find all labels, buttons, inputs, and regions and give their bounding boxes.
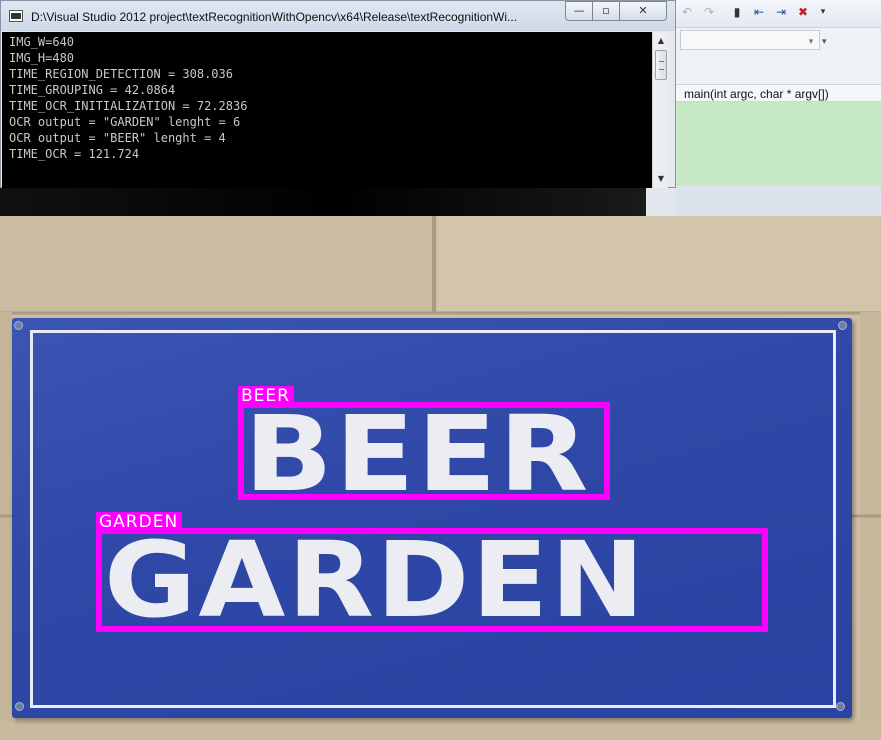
console-output[interactable]: IMG_W=640 IMG_H=480 TIME_REGION_DETECTIO…	[2, 32, 652, 188]
window-title: D:\Visual Studio 2012 project\textRecogn…	[31, 10, 518, 24]
scrollbar-thumb[interactable]	[655, 50, 667, 80]
console-line: IMG_H=480	[9, 51, 75, 65]
caption-buttons: — ▫ ✕	[565, 1, 667, 21]
overflow-icon[interactable]: ▾	[816, 5, 830, 19]
code-editor[interactable]	[676, 102, 881, 186]
function-selector[interactable]: main(int argc, char * argv[])	[684, 87, 829, 101]
console-titlebar[interactable]: D:\Visual Studio 2012 project\textRecogn…	[1, 1, 675, 31]
bookmark-icon[interactable]: ▮	[730, 5, 744, 19]
detection-box-garden	[96, 528, 768, 632]
ide-background: ↶ ↷ ▮ ⇤ ⇥ ✖ ▾ ▾ ▾ main(int argc, char * …	[676, 0, 881, 216]
bookmark-next-icon[interactable]: ⇥	[774, 5, 788, 19]
toolbar-overflow-icon[interactable]: ▾	[822, 36, 827, 47]
bookmark-clear-icon[interactable]: ✖	[796, 5, 810, 19]
ide-navigation-bar[interactable]: main(int argc, char * argv[])	[676, 84, 881, 102]
ide-member-combo[interactable]: ▾	[680, 30, 820, 50]
console-lower-edge	[0, 188, 676, 216]
ocr-result-image: BEER GARDEN BEER GARDEN	[0, 216, 881, 740]
undo-icon[interactable]: ↶	[680, 5, 694, 19]
console-line: OCR output = "BEER" lenght = 4	[9, 131, 226, 145]
console-line: TIME_GROUPING = 42.0864	[9, 83, 176, 97]
console-line: TIME_REGION_DETECTION = 308.036	[9, 67, 233, 81]
detection-label-beer: BEER	[238, 386, 294, 406]
maximize-button[interactable]: ▫	[592, 1, 620, 21]
scroll-down-icon[interactable]: ▼	[654, 172, 668, 186]
bolt-icon	[836, 702, 845, 711]
console-line: TIME_OCR = 121.724	[9, 147, 140, 161]
minimize-button[interactable]: —	[565, 1, 593, 21]
bolt-icon	[838, 321, 847, 330]
console-line: IMG_W=640	[9, 35, 75, 49]
console-line: TIME_OCR_INITIALIZATION = 72.2836	[9, 99, 248, 113]
bolt-icon	[15, 702, 24, 711]
bookmark-prev-icon[interactable]: ⇤	[752, 5, 766, 19]
detection-label-garden: GARDEN	[96, 512, 183, 532]
detection-box-beer	[238, 402, 610, 500]
ide-toolbar: ↶ ↷ ▮ ⇤ ⇥ ✖ ▾	[676, 0, 881, 28]
redo-icon[interactable]: ↷	[702, 5, 716, 19]
console-line: OCR output = "GARDEN" lenght = 6	[9, 115, 241, 129]
console-window[interactable]: D:\Visual Studio 2012 project\textRecogn…	[0, 0, 676, 188]
ide-statusbar	[676, 186, 881, 216]
vertical-scrollbar[interactable]: ▲ ▼	[652, 32, 668, 188]
scroll-up-icon[interactable]: ▲	[654, 34, 668, 48]
console-app-icon[interactable]	[9, 10, 23, 22]
close-button[interactable]: ✕	[619, 1, 667, 21]
bolt-icon	[14, 321, 23, 330]
chevron-down-icon: ▾	[808, 36, 814, 46]
